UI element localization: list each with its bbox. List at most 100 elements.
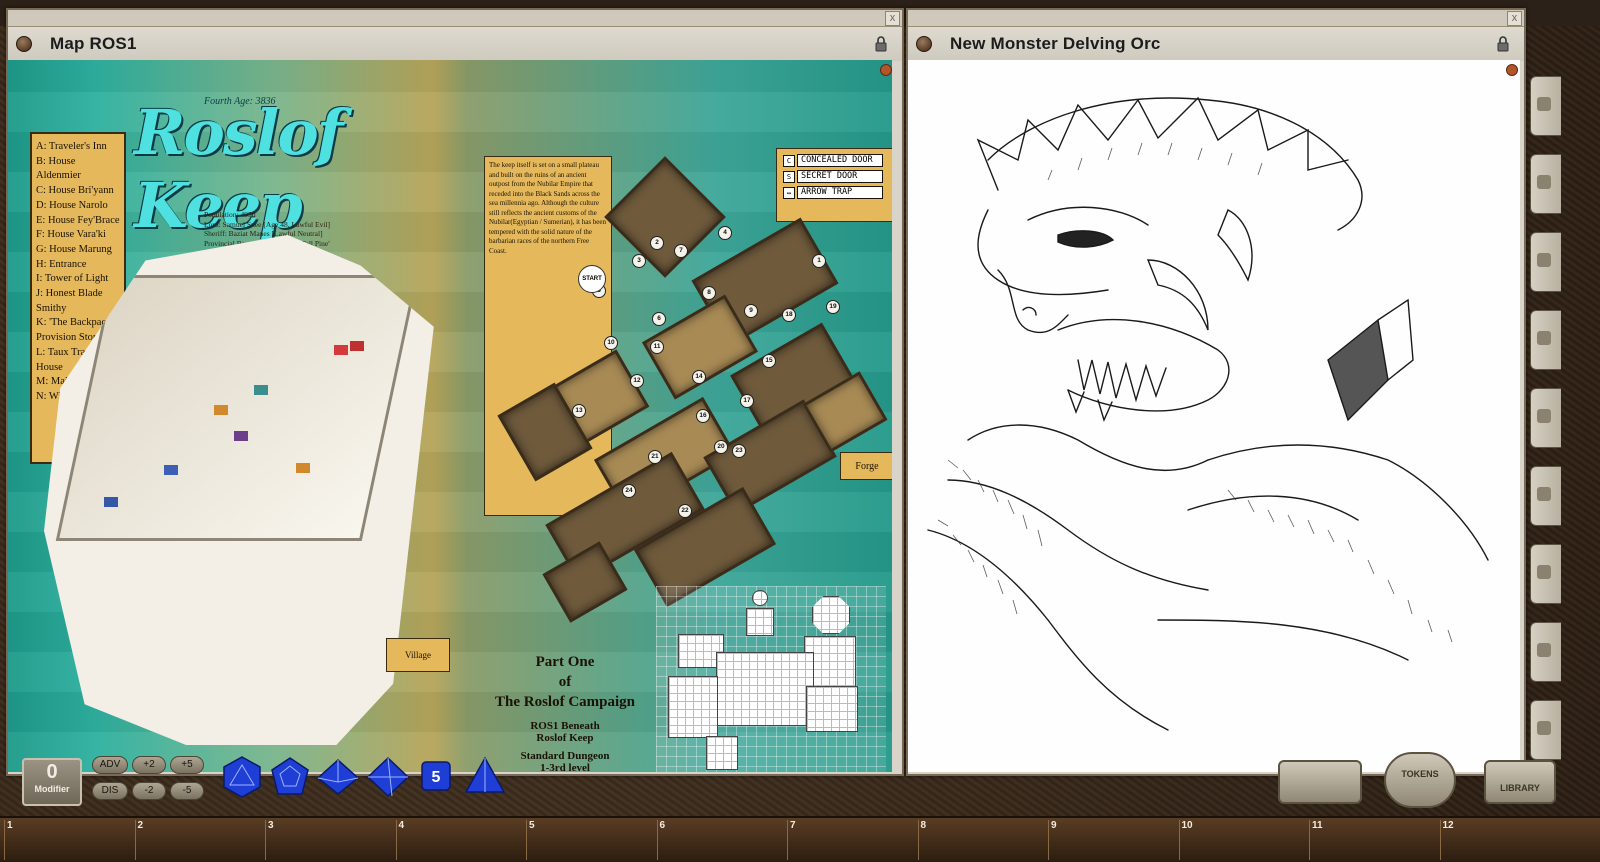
roof-blue (104, 497, 118, 507)
map-pin-icon[interactable] (880, 64, 892, 76)
legend-entry: G: House Marung (36, 243, 112, 255)
map-window-header[interactable]: Map ROS1 (8, 27, 902, 61)
room-number-marker: 24 (622, 484, 636, 498)
room-number-marker: 9 (744, 304, 758, 318)
grid-room (812, 596, 850, 634)
legend-entry: C: House Bri'yann (36, 185, 114, 197)
part-one-line: The Roslof Campaign (494, 694, 636, 710)
map-pin-icon[interactable] (1506, 64, 1518, 76)
room-number-marker: 13 (572, 404, 586, 418)
room-number-marker: 14 (692, 370, 706, 384)
grid-room (806, 686, 858, 732)
legend-entry: E: House Fey'Brace (36, 214, 120, 226)
orc-sketch (927, 96, 1489, 731)
right-sidebar (1528, 26, 1600, 808)
forge-label: Forge (840, 452, 892, 480)
tokens-button[interactable]: TOKENS (1384, 752, 1456, 808)
d12-die-icon[interactable] (268, 756, 312, 798)
grid-room (752, 590, 768, 606)
tab-icon (1537, 253, 1551, 267)
sidebar-tab[interactable] (1530, 154, 1561, 214)
hotkey-number: 2 (137, 820, 144, 831)
modifier-box[interactable]: 0 Modifier (22, 758, 82, 806)
roof-red (334, 345, 348, 355)
hotkey-number: 12 (1442, 820, 1454, 831)
library-button[interactable]: LIBRARY (1484, 760, 1556, 804)
minus5-button[interactable]: -5 (170, 782, 204, 800)
grid-room (668, 676, 718, 738)
hotkey-slot[interactable]: 3 (265, 820, 396, 860)
legend-entry: A: Traveler's Inn (36, 141, 107, 152)
town-info-line: Sheriff: Baziat Manes [Lawful Neutral] (204, 229, 323, 238)
d20-die-icon[interactable] (220, 755, 264, 799)
monster-image[interactable] (908, 60, 1520, 772)
room-number-marker: 6 (652, 312, 666, 326)
sidebar-tab[interactable] (1530, 622, 1561, 682)
map-window-close-button[interactable]: x (885, 11, 900, 26)
hotkey-slot[interactable]: 9 (1048, 820, 1179, 860)
hotkey-number: 3 (268, 820, 274, 831)
map-image[interactable]: A: Traveler's Inn B: House Aldenmier C: Ho… (8, 60, 892, 772)
svg-text:5: 5 (432, 769, 441, 786)
module-line: Roslof Keep (536, 732, 594, 744)
room-number-marker: 19 (826, 300, 840, 314)
room-number-marker: 22 (678, 504, 692, 518)
grid-room (716, 652, 814, 726)
roof-purple (234, 431, 248, 441)
hotkey-slot[interactable]: 12 (1439, 820, 1571, 860)
room-number-marker: 2 (650, 236, 664, 250)
sidebar-tab[interactable] (1530, 388, 1561, 448)
window-knob-icon[interactable] (916, 36, 932, 52)
dis-button[interactable]: DIS (92, 782, 128, 800)
roof-teal (254, 385, 268, 395)
hotkey-bar: 1 2 3 4 5 6 7 8 9 10 11 12 (0, 816, 1600, 862)
hotkey-number: 4 (398, 820, 405, 831)
hotkey-slot[interactable]: 2 (134, 820, 266, 860)
room-number-marker: 15 (762, 354, 776, 368)
sidebar-tab[interactable] (1530, 232, 1561, 292)
grid-room (746, 608, 774, 636)
hotkey-slot[interactable]: 6 (656, 820, 788, 860)
plus5-button[interactable]: +5 (170, 756, 204, 774)
hotkey-slot[interactable]: 8 (917, 820, 1049, 860)
d6-die-icon[interactable]: 5 (420, 760, 452, 792)
hotkey-slot[interactable]: 5 (526, 820, 657, 860)
window-knob-icon[interactable] (16, 36, 32, 52)
plus2-button[interactable]: +2 (132, 756, 166, 774)
hotkey-number: 5 (529, 820, 535, 831)
tab-icon (1537, 487, 1551, 501)
tab-icon (1537, 175, 1551, 189)
hotkey-slot[interactable]: 4 (395, 820, 527, 860)
room-number-marker: 17 (740, 394, 754, 408)
monster-window-header[interactable]: New Monster Delving Orc (908, 27, 1524, 61)
village-label: Village (386, 638, 450, 672)
lock-icon[interactable] (1496, 36, 1510, 52)
d4-die-icon[interactable] (464, 756, 506, 796)
map-window: x Map ROS1 A: Traveler's Inn B: House Ald… (6, 8, 904, 776)
sidebar-tab[interactable] (1530, 466, 1561, 526)
minus2-button[interactable]: -2 (132, 782, 166, 800)
lock-icon[interactable] (874, 36, 888, 52)
token-stack-button[interactable] (1278, 760, 1362, 804)
modifier-value: 0 (46, 761, 58, 783)
sidebar-tab[interactable] (1530, 76, 1561, 136)
module-line: ROS1 Beneath (530, 720, 600, 732)
hotkey-slot[interactable]: 11 (1309, 820, 1440, 860)
adv-button[interactable]: ADV (92, 756, 128, 774)
d8-die-icon[interactable] (366, 756, 410, 798)
sidebar-tab[interactable] (1530, 310, 1561, 370)
sidebar-tab[interactable] (1530, 544, 1561, 604)
hotkey-slot[interactable]: 10 (1178, 820, 1310, 860)
d10-die-icon[interactable] (316, 758, 360, 796)
hotkey-number: 11 (1312, 820, 1323, 831)
hotkey-slot[interactable]: 1 (4, 820, 135, 860)
room-number-marker: 8 (702, 286, 716, 300)
room-number-marker: 12 (630, 374, 644, 388)
room-number-marker: 7 (674, 244, 688, 258)
room-number-marker: 10 (604, 336, 618, 350)
map-window-topbar: x (8, 10, 902, 27)
room-number-marker: 21 (648, 450, 662, 464)
hotkey-slot[interactable]: 7 (787, 820, 918, 860)
monster-window-close-button[interactable]: x (1507, 11, 1522, 26)
room-number-marker: 20 (714, 440, 728, 454)
